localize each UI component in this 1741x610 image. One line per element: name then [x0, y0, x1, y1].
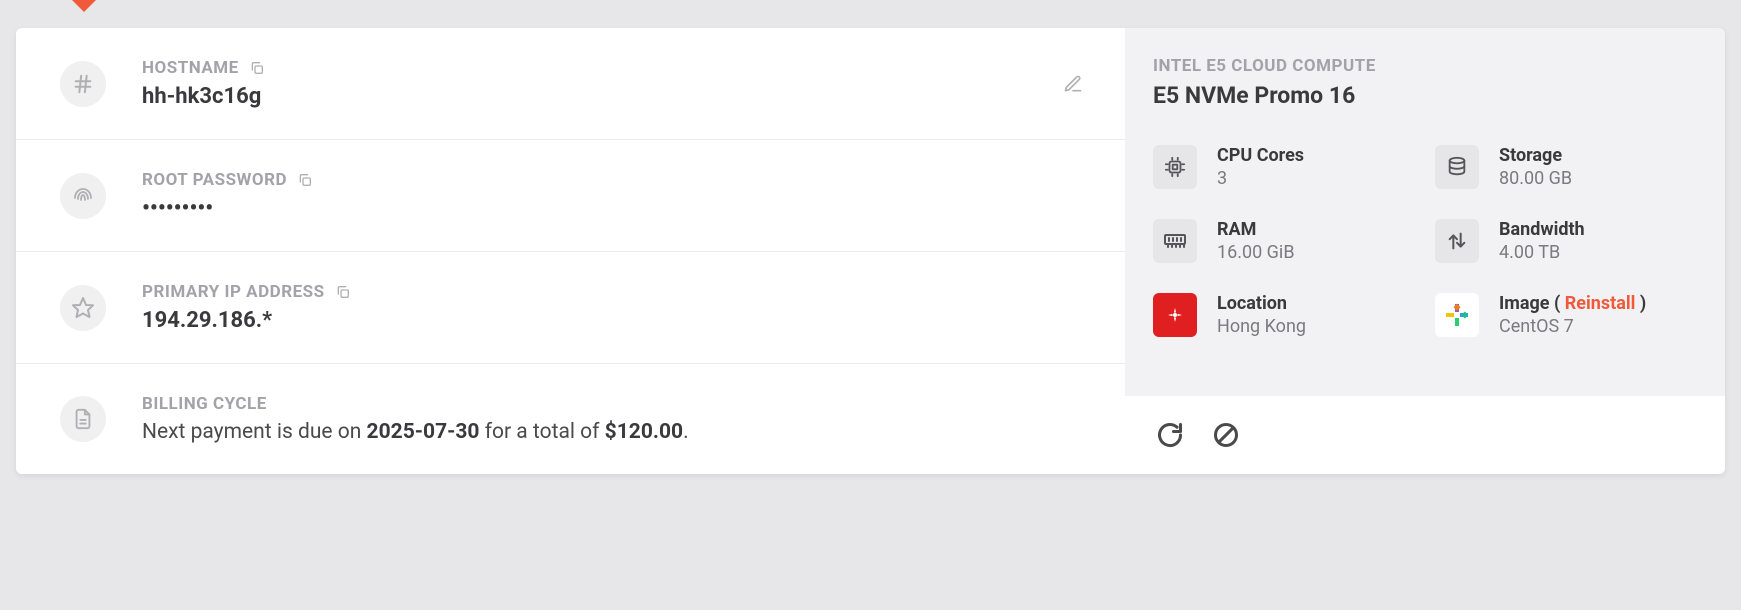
refresh-button[interactable] — [1153, 418, 1187, 452]
server-card: HOSTNAME hh-hk3c16g — [16, 28, 1725, 474]
hash-icon — [60, 61, 106, 107]
actions-bar — [1125, 396, 1725, 474]
copy-icon[interactable] — [335, 284, 351, 300]
spec-image-label: Image ( Reinstall ) — [1499, 293, 1646, 314]
billing-date: 2025-07-30 — [367, 420, 480, 444]
document-icon — [60, 396, 106, 442]
plan-kicker: INTEL E5 CLOUD COMPUTE — [1153, 56, 1697, 76]
notch-indicator — [72, 0, 96, 12]
copy-icon[interactable] — [297, 172, 313, 188]
reinstall-link[interactable]: Reinstall — [1565, 293, 1636, 314]
spec-cpu-value: 3 — [1217, 168, 1304, 189]
billing-amount: $120.00 — [605, 420, 683, 444]
bandwidth-icon — [1435, 219, 1479, 263]
spec-storage: Storage 80.00 GB — [1435, 145, 1697, 189]
primary-ip-row: PRIMARY IP ADDRESS 194.29.186.* — [16, 252, 1125, 364]
ram-icon — [1153, 219, 1197, 263]
primary-ip-value: 194.29.186.* — [142, 308, 1089, 333]
spec-bandwidth: Bandwidth 4.00 TB — [1435, 219, 1697, 263]
root-password-label: ROOT PASSWORD — [142, 170, 287, 190]
copy-icon[interactable] — [249, 60, 265, 76]
flag-hk-icon — [1153, 293, 1197, 337]
spec-ram: RAM 16.00 GiB — [1153, 219, 1415, 263]
hostname-value: hh-hk3c16g — [142, 84, 1057, 109]
plan-name: E5 NVMe Promo 16 — [1153, 82, 1697, 109]
os-image-icon — [1435, 293, 1479, 337]
spec-storage-value: 80.00 GB — [1499, 168, 1572, 189]
spec-cpu: CPU Cores 3 — [1153, 145, 1415, 189]
edit-hostname-button[interactable] — [1057, 68, 1089, 100]
spec-location-label: Location — [1217, 293, 1306, 314]
block-button[interactable] — [1209, 418, 1243, 452]
spec-bandwidth-value: 4.00 TB — [1499, 242, 1585, 263]
spec-location: Location Hong Kong — [1153, 293, 1415, 337]
spec-image-value: CentOS 7 — [1499, 316, 1646, 337]
server-plan-panel: INTEL E5 CLOUD COMPUTE E5 NVMe Promo 16 … — [1125, 28, 1725, 474]
spec-image: Image ( Reinstall ) CentOS 7 — [1435, 293, 1697, 337]
billing-text: Next payment is due on 2025-07-30 for a … — [142, 420, 1089, 444]
hostname-row: HOSTNAME hh-hk3c16g — [16, 28, 1125, 140]
hostname-label: HOSTNAME — [142, 58, 239, 78]
spec-storage-label: Storage — [1499, 145, 1572, 166]
billing-row: BILLING CYCLE Next payment is due on 202… — [16, 364, 1125, 474]
spec-ram-value: 16.00 GiB — [1217, 242, 1295, 263]
spec-location-value: Hong Kong — [1217, 316, 1306, 337]
storage-icon — [1435, 145, 1479, 189]
spec-cpu-label: CPU Cores — [1217, 145, 1304, 166]
root-password-row: ROOT PASSWORD ••••••••• — [16, 140, 1125, 252]
primary-ip-label: PRIMARY IP ADDRESS — [142, 282, 325, 302]
spec-bandwidth-label: Bandwidth — [1499, 219, 1585, 240]
cpu-icon — [1153, 145, 1197, 189]
star-icon — [60, 285, 106, 331]
root-password-value: ••••••••• — [142, 196, 1089, 221]
server-details-panel: HOSTNAME hh-hk3c16g — [16, 28, 1125, 474]
spec-ram-label: RAM — [1217, 219, 1295, 240]
billing-label: BILLING CYCLE — [142, 394, 267, 414]
fingerprint-icon — [60, 173, 106, 219]
